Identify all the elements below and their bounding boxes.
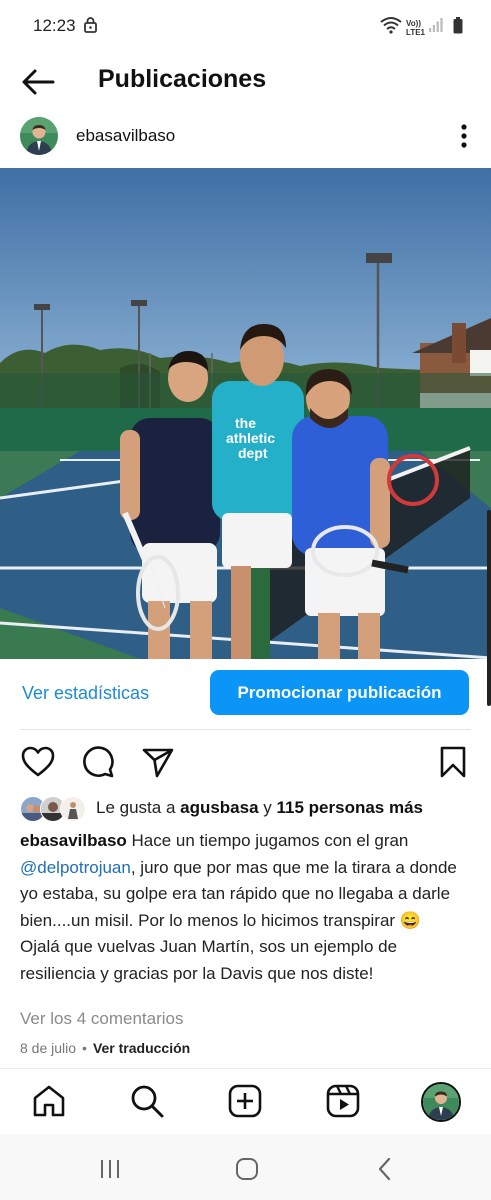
post-username[interactable]: ebasavilbaso	[76, 126, 175, 146]
share-icon[interactable]	[140, 744, 176, 780]
scroll-edge-indicator	[487, 510, 491, 706]
promo-row: Ver estadísticas Promocionar publicación	[0, 659, 491, 729]
home-icon[interactable]	[31, 1083, 67, 1119]
post-header: ebasavilbaso	[0, 110, 491, 162]
avatar[interactable]	[20, 117, 58, 155]
caption-mention[interactable]: @delpotrojuan	[20, 858, 131, 877]
recents-icon[interactable]	[97, 1156, 123, 1182]
post-date: 8 de julio	[20, 1040, 77, 1056]
svg-text:dept: dept	[238, 445, 268, 461]
lock-icon	[84, 17, 97, 38]
search-icon[interactable]	[129, 1083, 165, 1119]
separator-dot: •	[82, 1040, 87, 1056]
liker-username[interactable]: agusbasa	[180, 798, 258, 817]
page-title: Publicaciones	[98, 65, 267, 93]
reels-icon[interactable]	[325, 1083, 361, 1119]
home-circle-icon[interactable]	[234, 1156, 260, 1182]
post-photo[interactable]: the athletic dept	[0, 168, 491, 659]
view-comments-link[interactable]: Ver los 4 comentarios	[20, 1009, 183, 1029]
signal-icon	[429, 17, 443, 38]
profile-avatar[interactable]	[421, 1082, 461, 1122]
volte-label: Vo))	[406, 18, 421, 28]
more-vertical-icon[interactable]	[459, 122, 469, 150]
back-chevron-icon[interactable]	[372, 1156, 398, 1182]
post-actions	[0, 740, 491, 784]
heart-icon[interactable]	[20, 744, 56, 780]
volte-icon: Vo)) LTE1	[406, 19, 425, 37]
svg-text:athletic: athletic	[226, 430, 275, 446]
arrow-left-icon[interactable]	[20, 66, 56, 98]
divider	[20, 729, 471, 730]
promote-post-button[interactable]: Promocionar publicación	[210, 670, 469, 715]
likes-text: Le gusta a agusbasa y 115 personas más	[96, 798, 423, 818]
likes-row[interactable]: Le gusta a agusbasa y 115 personas más	[20, 796, 480, 822]
liker-avatar	[60, 796, 86, 822]
caption-text: Hace un tiempo jugamos con el gran	[126, 831, 409, 850]
wifi-icon	[380, 16, 402, 39]
clock: 12:23	[33, 16, 76, 35]
system-nav-bar	[0, 1134, 491, 1200]
post-caption: ebasavilbaso Hace un tiempo jugamos con …	[20, 828, 475, 987]
battery-icon	[453, 16, 463, 39]
likes-count[interactable]: 115 personas más	[277, 798, 423, 817]
liker-avatars	[20, 796, 86, 822]
status-bar: 12:23 Vo)) LTE1	[0, 0, 491, 52]
likes-prefix: Le gusta a	[96, 798, 181, 817]
bookmark-icon[interactable]	[435, 744, 471, 780]
page-header: Publicaciones	[0, 52, 491, 110]
see-translation-link[interactable]: Ver traducción	[93, 1040, 190, 1056]
svg-text:the: the	[235, 415, 256, 431]
comment-icon[interactable]	[80, 744, 116, 780]
caption-second-paragraph: Ojalá que vuelvas Juan Martín, sos un ej…	[20, 937, 398, 983]
caption-username[interactable]: ebasavilbaso	[20, 831, 127, 850]
bottom-tab-bar	[0, 1068, 491, 1135]
lte-label: LTE1	[406, 27, 425, 37]
create-icon[interactable]	[227, 1083, 263, 1119]
view-insights-link[interactable]: Ver estadísticas	[22, 683, 149, 704]
likes-joiner: y	[258, 798, 277, 817]
post-meta: 8 de julio • Ver traducción	[20, 1040, 190, 1056]
